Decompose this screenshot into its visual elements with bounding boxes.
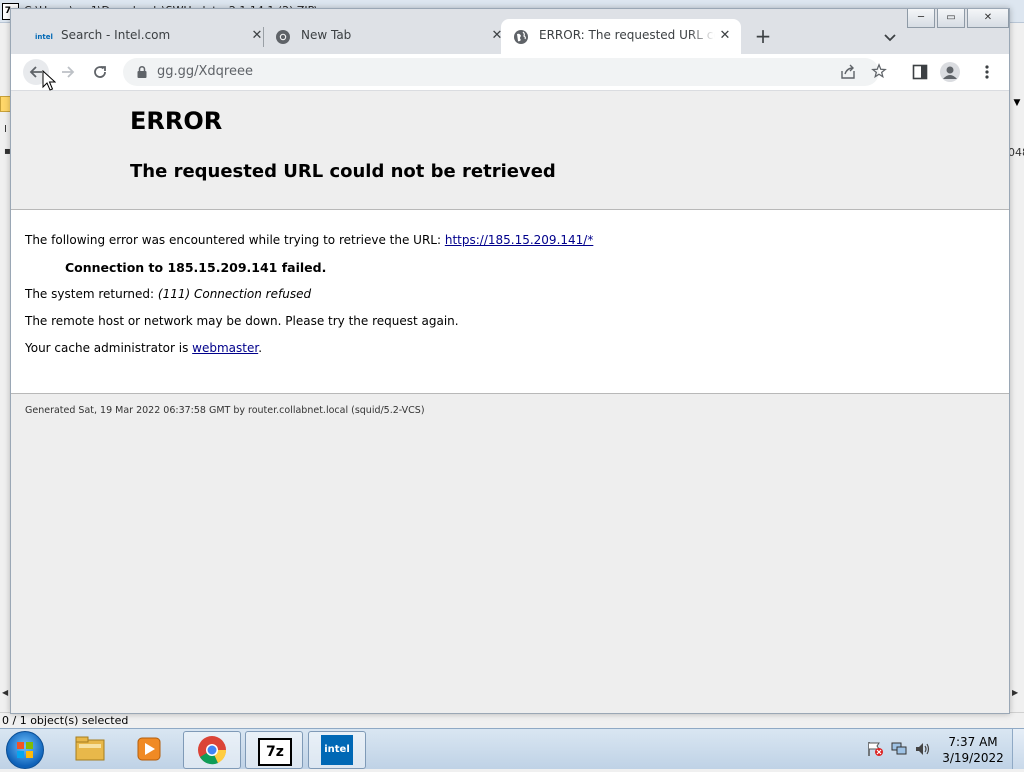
page-subtitle: The requested URL could not be retrieved [130, 161, 556, 182]
browser-window: ─ ▭ ✕ intel Search - Intel.com ✕ New Tab… [10, 8, 1010, 714]
cache-admin-label: Your cache administrator is [25, 341, 193, 355]
chrome-icon [276, 30, 290, 44]
browser-toolbar: gg.gg/Xdqreee [11, 54, 1009, 91]
system-error-code: (111) Connection refused [157, 287, 312, 301]
status-text: 0 / 1 object(s) selected [2, 714, 129, 727]
tab-label: Search - Intel.com [61, 28, 171, 42]
show-desktop-button[interactable] [1012, 729, 1024, 769]
tab-label: ERROR: The requested URL could not be re… [539, 28, 715, 42]
7zip-icon: 7z [258, 738, 292, 766]
taskbar: 7z intel 7:37 AM 3/19/2022 [0, 728, 1024, 769]
cache-admin-line: Your cache administrator is webmaster. [25, 341, 262, 355]
intel-icon: intel [321, 735, 353, 765]
webmaster-link[interactable]: webmaster [192, 341, 258, 355]
globe-icon [514, 30, 528, 44]
tab-new-tab[interactable]: New Tab ✕ [263, 19, 503, 54]
background-text-fragment: 048 [1008, 146, 1024, 159]
system-returned-label: The system returned: [25, 287, 158, 301]
taskbar-explorer-button[interactable] [62, 731, 118, 767]
connection-failed-message: Connection to 185.15.209.141 failed. [65, 260, 327, 275]
clock-time: 7:37 AM [948, 735, 998, 749]
scroll-left-icon[interactable]: ◀ [2, 688, 8, 697]
maximize-button[interactable]: ▭ [937, 9, 965, 28]
more-menu-icon[interactable] [979, 64, 995, 80]
tab-error-page[interactable]: ERROR: The requested URL could not be re… [501, 19, 741, 54]
intel-icon: intel [35, 33, 53, 41]
url-text[interactable]: gg.gg/Xdqreee [157, 64, 253, 79]
minimize-button[interactable]: ─ [907, 9, 935, 28]
requested-url-link[interactable]: https://185.15.209.141/* [445, 233, 593, 247]
forward-arrow-icon [62, 66, 75, 78]
clock-date: 3/19/2022 [942, 751, 1004, 765]
generated-by-text: Generated Sat, 19 Mar 2022 06:37:58 GMT … [25, 405, 425, 416]
scroll-right-icon[interactable]: ▶ [1012, 688, 1018, 697]
volume-icon[interactable] [914, 741, 932, 757]
error-description-text: The following error was encountered whil… [25, 233, 445, 247]
folder-icon [75, 736, 105, 761]
close-tab-icon[interactable]: ✕ [717, 28, 733, 44]
taskbar-media-player-button[interactable] [122, 731, 178, 767]
windows-logo-icon [17, 742, 33, 758]
address-bar[interactable]: gg.gg/Xdqreee [123, 58, 887, 86]
error-header: ERROR The requested URL could not be ret… [11, 91, 1009, 210]
list-fragment: I [4, 124, 7, 135]
new-tab-button[interactable]: + [753, 26, 773, 46]
tab-search-chevron-icon[interactable] [881, 28, 899, 46]
page-title: ERROR [130, 107, 223, 135]
system-returned-message: The system returned: (111) Connection re… [25, 287, 311, 301]
retry-hint: The remote host or network may be down. … [25, 314, 459, 328]
action-center-flag-icon[interactable] [866, 741, 884, 757]
forward-button[interactable] [55, 59, 81, 85]
lock-icon[interactable] [135, 65, 149, 79]
tab-label: New Tab [301, 28, 352, 42]
share-icon[interactable] [839, 64, 857, 80]
bookmark-star-icon[interactable] [870, 63, 888, 79]
taskbar-7zip-button[interactable]: 7z [245, 731, 303, 769]
media-player-icon [137, 737, 161, 761]
close-window-button[interactable]: ✕ [967, 9, 1009, 28]
reload-button[interactable] [87, 59, 113, 85]
profile-avatar-icon[interactable] [940, 62, 960, 82]
taskbar-intel-button[interactable]: intel [308, 731, 366, 769]
error-description: The following error was encountered whil… [25, 233, 593, 247]
taskbar-chrome-button[interactable] [183, 731, 241, 769]
mouse-cursor-icon [42, 70, 56, 91]
window-controls: ─ ▭ ✕ [905, 9, 1009, 29]
tab-intel-search[interactable]: intel Search - Intel.com ✕ [23, 19, 263, 54]
page-content: ERROR The requested URL could not be ret… [11, 91, 1009, 713]
page-footer: Generated Sat, 19 Mar 2022 06:37:58 GMT … [11, 393, 1009, 713]
reload-icon [94, 66, 106, 78]
status-bar: 0 / 1 object(s) selected [0, 712, 1024, 729]
side-panel-icon[interactable] [912, 64, 928, 80]
cache-admin-suffix: . [258, 341, 263, 355]
network-icon[interactable] [890, 741, 908, 757]
tab-strip: ─ ▭ ✕ intel Search - Intel.com ✕ New Tab… [11, 9, 1009, 54]
google-chrome-icon [198, 736, 227, 765]
start-button[interactable] [6, 731, 44, 769]
dropdown-arrow-icon[interactable]: ▼ [1010, 98, 1024, 112]
taskbar-clock[interactable]: 7:37 AM 3/19/2022 [942, 734, 1004, 766]
